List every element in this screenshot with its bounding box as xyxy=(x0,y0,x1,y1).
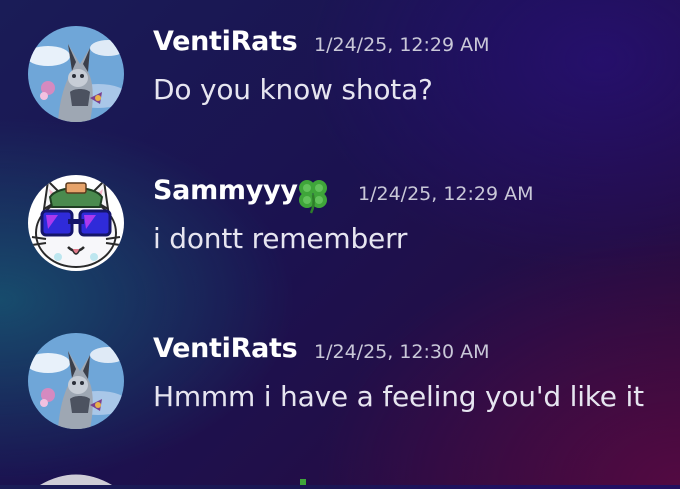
message-text: Hmmm i have a feeling you'd like it xyxy=(153,380,644,413)
message-group: VentiRats 1/24/25, 12:30 AM Hmmm i have … xyxy=(0,333,680,443)
message-text: i dontt rememberr xyxy=(153,222,408,255)
message-timestamp: 1/24/25, 12:29 AM xyxy=(358,183,534,205)
user-avatar[interactable] xyxy=(28,26,124,122)
user-avatar[interactable] xyxy=(28,175,124,271)
four-leaf-clover-icon xyxy=(299,180,327,214)
chat-message-list: VentiRats 1/24/25, 12:29 AM Do you know … xyxy=(0,0,680,485)
white-cat-goggles-avatar-icon xyxy=(28,175,124,271)
cat-character-avatar-icon xyxy=(28,333,124,429)
message-group: VentiRats 1/24/25, 12:29 AM Do you know … xyxy=(0,26,680,136)
user-avatar[interactable] xyxy=(28,333,124,429)
cat-character-avatar-icon xyxy=(28,26,124,122)
message-username[interactable]: Sammyyy xyxy=(153,175,298,206)
message-timestamp: 1/24/25, 12:30 AM xyxy=(314,341,490,363)
next-message-peek xyxy=(0,470,680,485)
message-username[interactable]: VentiRats xyxy=(153,333,298,364)
partial-avatar-icon xyxy=(40,474,306,485)
message-text: Do you know shota? xyxy=(153,73,433,106)
message-group: Sammyyy 1/24/25, 12:29 AM i dontt rememb… xyxy=(0,175,680,285)
message-timestamp: 1/24/25, 12:29 AM xyxy=(314,34,490,56)
message-username[interactable]: VentiRats xyxy=(153,26,298,57)
